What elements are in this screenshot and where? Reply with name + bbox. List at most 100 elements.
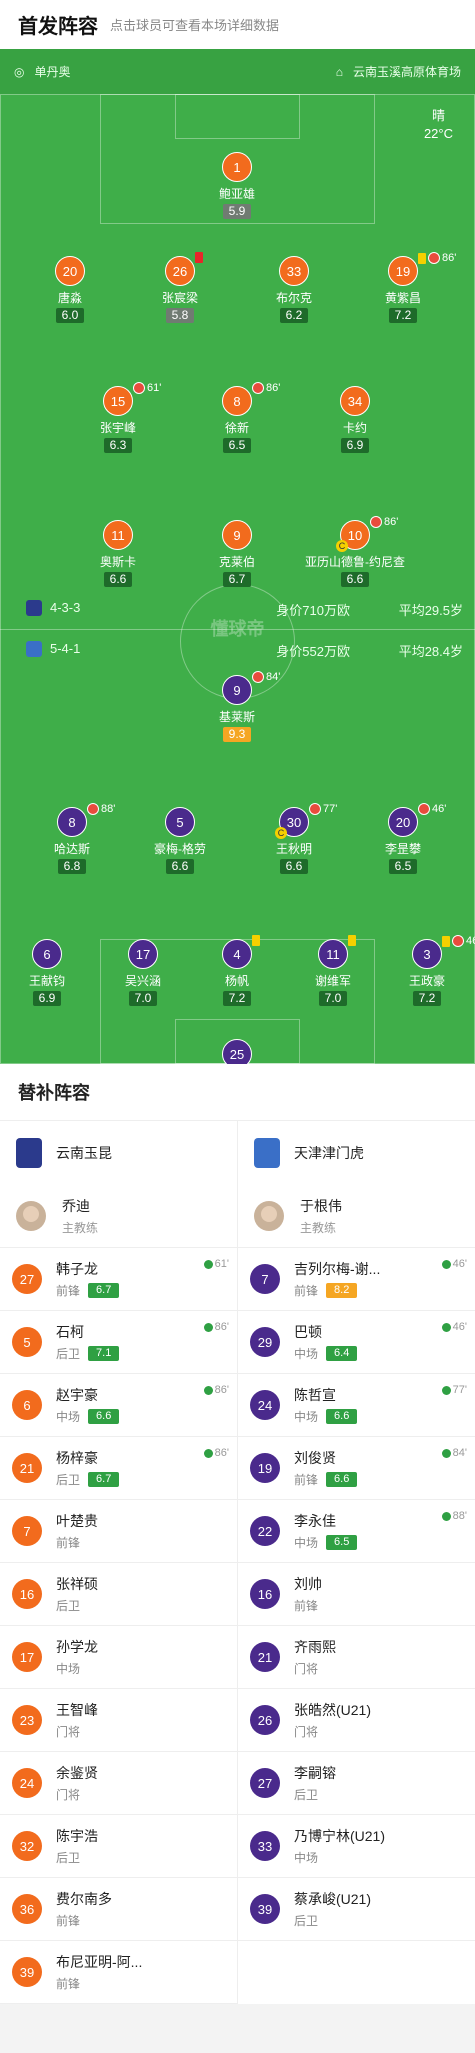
sub-player-row[interactable]: 16 张祥硕 后卫: [0, 1563, 237, 1626]
player-rating: 6.7: [88, 1283, 120, 1298]
player-position-line: 前锋 6.6: [294, 1471, 358, 1488]
player-position: 后卫: [56, 1347, 81, 1361]
sub-player-row[interactable]: 39 布尼亚明-阿... 前锋: [0, 1941, 237, 2004]
player-away[interactable]: 9 84' 基莱斯 9.3: [182, 671, 292, 743]
player-home[interactable]: 33 布尔克 6.2: [239, 256, 349, 324]
substitution-icon: [133, 382, 145, 394]
sub-player-row[interactable]: 7 叶楚贵 前锋: [0, 1500, 237, 1563]
coach-role: 主教练: [300, 1221, 337, 1235]
player-away[interactable]: 6 王献钧 6.9: [0, 939, 102, 1007]
page-footer: [0, 2004, 475, 2053]
sub-player-row[interactable]: 22 李永佳 中场 6.5 88': [238, 1500, 475, 1563]
player-position: 中场: [56, 1410, 81, 1424]
sub-time: 88': [101, 803, 116, 815]
player-name: 齐雨熙: [294, 1639, 336, 1655]
player-away[interactable]: 4 杨帆 7.2: [182, 935, 292, 1007]
sub-player-row[interactable]: 32 陈宇浩 后卫: [0, 1815, 237, 1878]
player-number: 7: [250, 1264, 280, 1294]
sub-player-row[interactable]: 36 费尔南多 前锋: [0, 1878, 237, 1941]
sub-player-row[interactable]: 27 韩子龙 前锋 6.7 61': [0, 1248, 237, 1311]
sub-time: 86': [384, 516, 399, 528]
player-home[interactable]: 10 C 86' 亚历山德鲁-约尼查 6.6: [300, 516, 410, 588]
sub-time: 77': [452, 1384, 467, 1396]
player-position: 门将: [294, 1662, 319, 1676]
captain-icon: C: [336, 540, 348, 552]
player-number: 9: [222, 675, 252, 705]
home-team-age: 平均29.5岁: [398, 603, 463, 618]
player-away[interactable]: 30 C 77' 王秋明 6.6: [239, 803, 349, 875]
sub-player-row[interactable]: 24 陈哲宣 中场 6.6 77': [238, 1374, 475, 1437]
player-home[interactable]: 15 61' 张宇峰 6.3: [63, 382, 173, 454]
player-rating: 8.2: [326, 1283, 358, 1298]
player-home[interactable]: 9 克莱伯 6.7: [182, 520, 292, 588]
sub-in-icon: [203, 1448, 213, 1458]
sub-player-row[interactable]: 21 杨梓豪 后卫 6.7 86': [0, 1437, 237, 1500]
player-name: 豪梅-格劳: [154, 842, 206, 856]
home-team-header[interactable]: 云南玉昆: [0, 1121, 237, 1185]
sub-player-row[interactable]: 16 刘帅 前锋: [238, 1563, 475, 1626]
player-position: 前锋: [294, 1284, 319, 1298]
player-away[interactable]: 20 46' 李昰攀 6.5: [348, 803, 458, 875]
sub-player-row[interactable]: 17 孙学龙 中场: [0, 1626, 237, 1689]
player-rating: 7.1: [88, 1346, 120, 1361]
subs-columns: 云南玉昆 乔迪 主教练 27 韩子龙 前锋 6.7 61' 5 石柯 后卫 7.1 86' 6 赵宇豪中…: [0, 1121, 475, 2004]
player-home[interactable]: 8 86' 徐新 6.5: [182, 382, 292, 454]
player-name: 鲍亚雄: [218, 187, 255, 201]
sub-player-row[interactable]: 26 张皓然(U21) 门将: [238, 1689, 475, 1752]
sub-in-time: 86': [203, 1384, 229, 1396]
sub-in-icon: [441, 1385, 451, 1395]
player-events: [195, 252, 203, 263]
red-card-icon: [195, 252, 203, 263]
sub-player-row[interactable]: 21 齐雨熙 门将: [238, 1626, 475, 1689]
avatar: [254, 1201, 284, 1231]
away-team-header[interactable]: 天津津门虎: [238, 1121, 475, 1185]
away-subs-column: 天津津门虎 于根伟 主教练 7 吉列尔梅-谢... 前锋 8.2 46' 29 巴顿 中场 6.4…: [238, 1121, 475, 2004]
player-number: 24: [250, 1390, 280, 1420]
home-coach[interactable]: 乔迪 主教练: [0, 1185, 237, 1248]
sub-player-row[interactable]: 39 蔡承峻(U21) 后卫: [238, 1878, 475, 1941]
match-info-bar: ◎ 单丹奥 ⌂ 云南玉溪高原体育场: [0, 49, 475, 94]
player-home[interactable]: 20 唐淼 6.0: [15, 256, 125, 324]
away-coach[interactable]: 于根伟 主教练: [238, 1185, 475, 1248]
lineup-page: 首发阵容 点击球员可查看本场详细数据 ◎ 单丹奥 ⌂ 云南玉溪高原体育场 晴 22°…: [0, 0, 475, 2053]
player-away[interactable]: 5 豪梅-格劳 6.6: [125, 807, 235, 875]
coach-name: 于根伟: [300, 1198, 342, 1214]
player-name: 卡约: [342, 421, 367, 435]
player-position-line: 后卫: [56, 1597, 98, 1614]
player-rating: 5.9: [222, 204, 252, 219]
player-position-line: 中场 6.5: [294, 1534, 358, 1551]
sub-player-row[interactable]: 7 吉列尔梅-谢... 前锋 8.2 46': [238, 1248, 475, 1311]
player-home[interactable]: 11 奥斯卡 6.6: [63, 520, 173, 588]
player-away[interactable]: 8 88' 哈达斯 6.8: [17, 803, 127, 875]
sub-in-time: 88': [441, 1510, 467, 1522]
player-position: 前锋: [294, 1599, 319, 1613]
player-position-line: 前锋: [56, 1534, 98, 1551]
sub-player-row[interactable]: 6 赵宇豪 中场 6.6 86': [0, 1374, 237, 1437]
sub-player-row[interactable]: 24 余鉴贤 门将: [0, 1752, 237, 1815]
sub-player-row[interactable]: 5 石柯 后卫 7.1 86': [0, 1311, 237, 1374]
player-position-line: 后卫 6.7: [56, 1471, 120, 1488]
player-rating: 6.6: [326, 1409, 358, 1424]
player-away[interactable]: 3 46' 王政豪 7.2: [372, 935, 475, 1007]
player-name: 王献钧: [28, 974, 65, 988]
player-home[interactable]: 19 86' 黄紫昌 7.2: [348, 252, 458, 324]
sub-player-row[interactable]: 29 巴顿 中场 6.4 46': [238, 1311, 475, 1374]
sub-player-row[interactable]: 19 刘俊贤 前锋 6.6 84': [238, 1437, 475, 1500]
player-home[interactable]: 34 卡约 6.9: [300, 386, 410, 454]
sub-in-icon: [441, 1322, 451, 1332]
sub-player-row[interactable]: 27 李嗣镕 后卫: [238, 1752, 475, 1815]
sub-in-time: 61': [203, 1258, 229, 1270]
yellow-card-icon: [348, 935, 356, 946]
player-away[interactable]: 25闫炳良7.4: [182, 1039, 292, 1064]
player-name: 吉列尔梅-谢...: [294, 1261, 381, 1277]
player-name: 王政豪: [408, 974, 445, 988]
player-number: 27: [12, 1264, 42, 1294]
away-team-value: 身价552万欧: [276, 644, 350, 659]
player-name: 乃博宁林(U21): [294, 1828, 386, 1844]
player-home[interactable]: 1 鲍亚雄 5.9: [182, 152, 292, 220]
sub-player-row[interactable]: 23 王智峰 门将: [0, 1689, 237, 1752]
player-name: 陈宇浩: [56, 1828, 98, 1844]
player-home[interactable]: 26 张宸梁 5.8: [125, 252, 235, 324]
player-rating: 6.3: [103, 438, 133, 453]
sub-player-row[interactable]: 33 乃博宁林(U21) 中场: [238, 1815, 475, 1878]
